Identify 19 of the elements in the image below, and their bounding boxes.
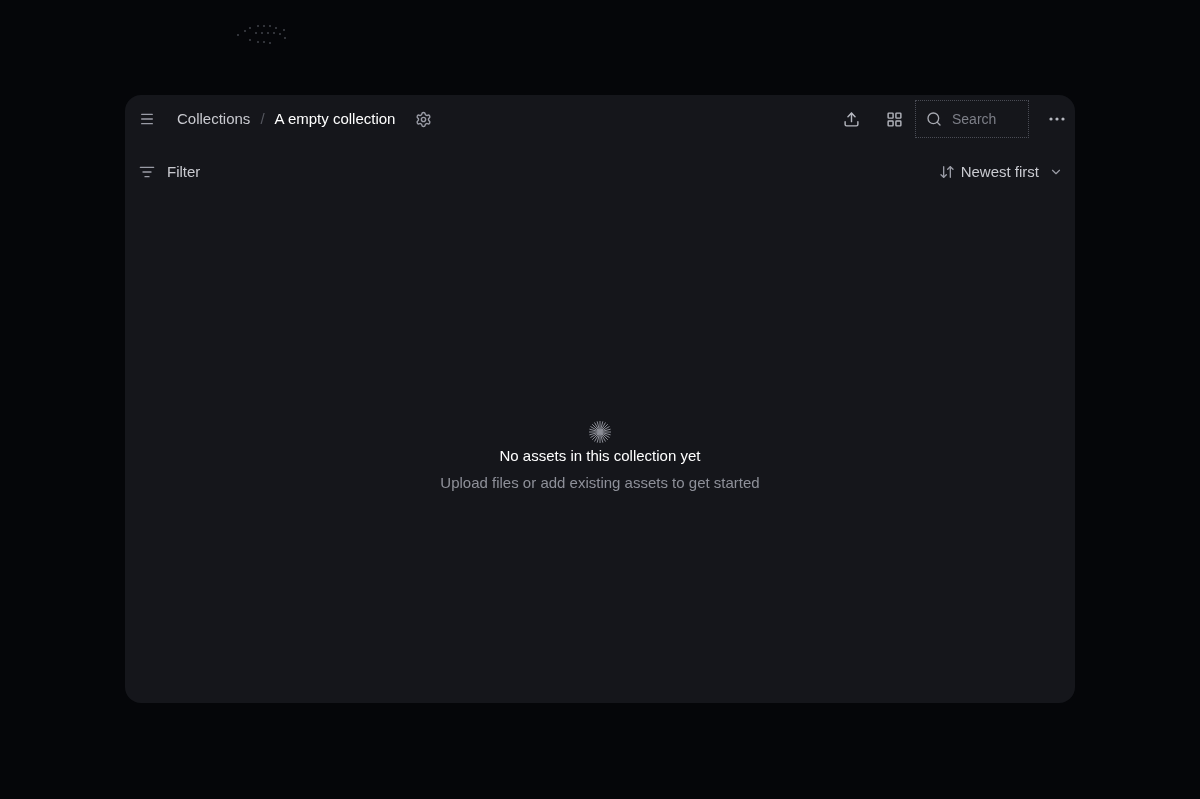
filter-icon	[139, 164, 155, 180]
empty-state-title: No assets in this collection yet	[499, 446, 701, 466]
settings-button[interactable]	[415, 110, 433, 128]
search-field[interactable]: Search	[915, 100, 1029, 138]
breadcrumb-separator: /	[260, 108, 265, 129]
search-icon	[926, 111, 942, 127]
ellipsis-icon	[1049, 117, 1065, 121]
add-grid-button[interactable]	[886, 110, 903, 128]
search-input[interactable]: Search	[952, 108, 1022, 130]
current-collection-title[interactable]: A empty collection	[274, 107, 396, 131]
sparkle-icon	[588, 420, 612, 444]
upload-button[interactable]	[843, 110, 860, 128]
sort-arrows-icon	[938, 164, 955, 180]
breadcrumb-link[interactable]: Collections	[177, 107, 251, 131]
filter-button[interactable]: Filter	[139, 160, 201, 184]
menu-button[interactable]	[139, 111, 155, 127]
more-options-button[interactable]	[1049, 117, 1065, 121]
empty-state-subtitle: Upload files or add existing assets to get started	[440, 472, 760, 493]
sort-dropdown[interactable]: Newest first	[938, 160, 1063, 184]
